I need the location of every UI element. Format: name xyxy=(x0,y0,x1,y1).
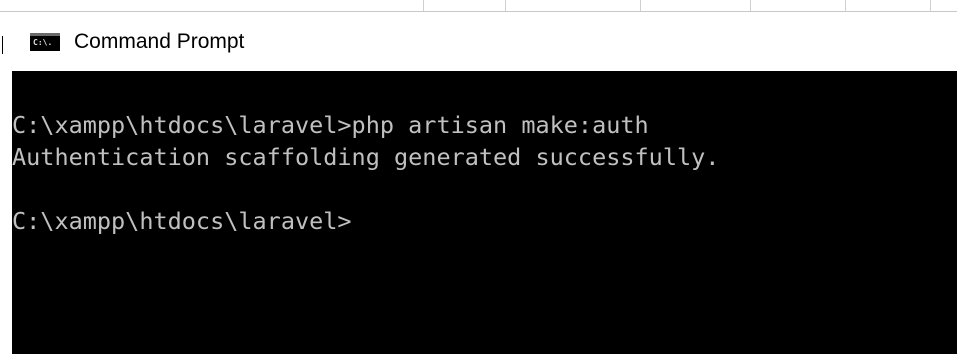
background-window-edge xyxy=(0,0,957,12)
background-divider xyxy=(845,0,846,11)
background-divider xyxy=(423,0,424,11)
background-edge-mark xyxy=(2,36,3,54)
background-divider xyxy=(640,0,641,11)
console-line-output: Authentication scaffolding generated suc… xyxy=(12,143,720,171)
background-divider xyxy=(750,0,751,11)
background-divider xyxy=(930,0,931,11)
cmd-icon-label: C:\. xyxy=(33,38,53,47)
title-bar[interactable]: C:\. Command Prompt xyxy=(12,12,957,71)
console-output-area[interactable]: C:\xampp\htdocs\laravel>php artisan make… xyxy=(12,71,957,354)
console-line-prompt[interactable]: C:\xampp\htdocs\laravel> xyxy=(12,205,957,237)
console-line-command: C:\xampp\htdocs\laravel>php artisan make… xyxy=(12,111,649,139)
command-prompt-window: C:\. Command Prompt C:\xampp\htdocs\lara… xyxy=(0,0,957,354)
background-window-left-edge xyxy=(0,12,12,354)
background-divider xyxy=(505,0,506,11)
cmd-console-icon[interactable]: C:\. xyxy=(30,32,60,51)
window-title: Command Prompt xyxy=(74,30,245,53)
